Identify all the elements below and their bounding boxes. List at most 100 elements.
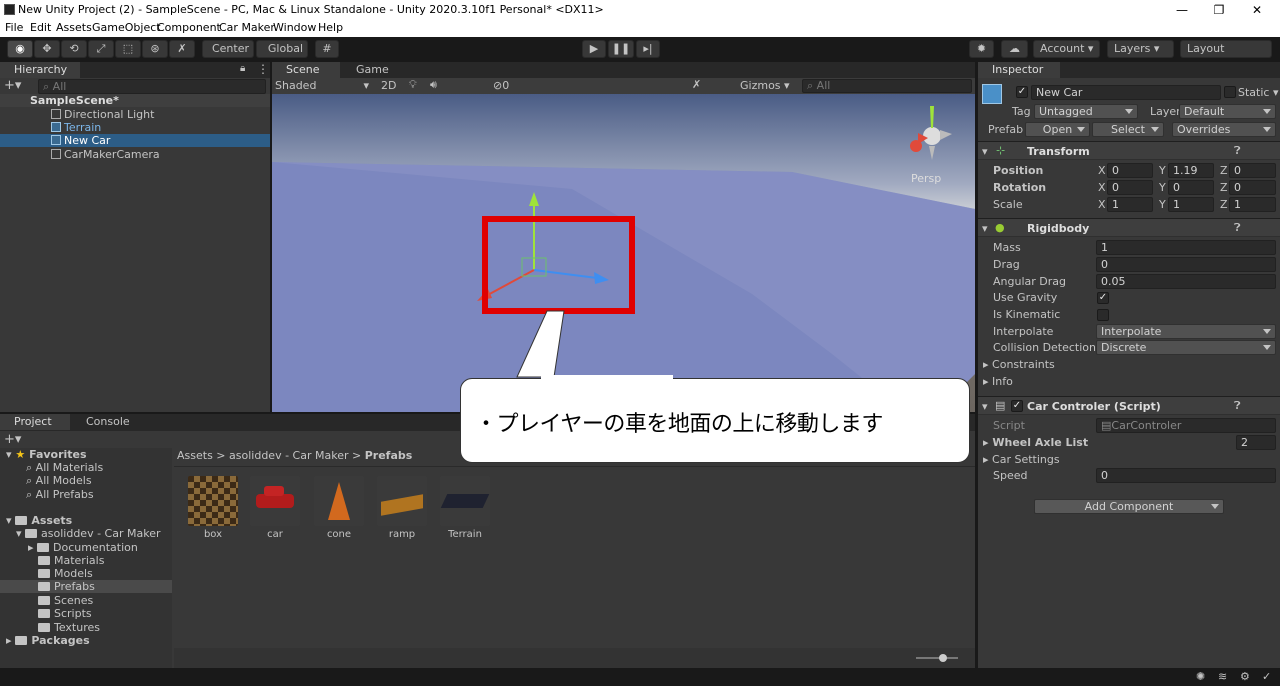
constraints-foldout[interactable]: ▸ Constraints <box>983 358 1055 372</box>
grid-snap-button[interactable]: # <box>315 40 339 58</box>
layer-dropdown[interactable]: Default <box>1179 104 1276 119</box>
folder-documentation[interactable]: ▸ Documentation <box>28 541 138 554</box>
audio-toggle-icon[interactable]: 🔊︎ <box>430 78 437 92</box>
help-icon[interactable]: ❓︎ <box>1234 399 1241 413</box>
hierarchy-search-input[interactable]: ⌕ All <box>38 79 266 94</box>
info-foldout[interactable]: ▸ Info <box>983 375 1013 389</box>
car-settings-foldout[interactable]: ▸ Car Settings <box>983 453 1060 467</box>
move-tool-button[interactable]: ✥ <box>34 40 60 58</box>
minimize-button[interactable]: — <box>1165 0 1199 20</box>
zoom-slider-track[interactable] <box>916 657 958 659</box>
prefab-open-button[interactable]: Open <box>1025 122 1090 137</box>
favorites-foldout[interactable]: ▾ ★ Favorites <box>6 448 87 461</box>
persp-label[interactable]: Persp <box>911 172 941 185</box>
scale-y-field[interactable]: 1 <box>1168 197 1214 212</box>
scale-x-field[interactable]: 1 <box>1107 197 1153 212</box>
folder-prefabs[interactable]: Prefabs <box>0 580 172 593</box>
breadcrumb-assets[interactable]: Assets <box>177 449 213 462</box>
pivot-center-button[interactable]: Center <box>202 40 254 58</box>
scene-row[interactable]: SampleScene* <box>0 94 270 107</box>
hidden-count[interactable]: ⊘0 <box>493 79 509 92</box>
prefab-terrain-thumb[interactable] <box>440 476 490 526</box>
assets-foldout[interactable]: ▾ Assets <box>6 514 72 527</box>
wheel-axle-list-foldout[interactable]: ▸ Wheel Axle List <box>983 436 1088 450</box>
prefab-cone-thumb[interactable] <box>314 476 364 526</box>
prefab-select-button[interactable]: Select <box>1092 122 1164 137</box>
menu-edit[interactable]: Edit <box>30 21 51 34</box>
prefab-box-thumb[interactable] <box>188 476 238 526</box>
fav-all-materials[interactable]: ⌕ All Materials <box>26 461 103 474</box>
gizmos-dropdown[interactable]: Gizmos ▾ <box>740 79 790 92</box>
collision-detection-dropdown[interactable]: Discrete <box>1096 340 1276 355</box>
add-component-button[interactable]: Add Component <box>1034 499 1224 514</box>
menu-help[interactable]: Help <box>318 21 343 34</box>
tab-hierarchy[interactable]: Hierarchy <box>0 62 80 78</box>
services-button[interactable]: ✹ <box>969 40 994 58</box>
breadcrumb-prefabs[interactable]: Prefabs <box>365 449 413 462</box>
menu-assets[interactable]: Assets <box>56 21 92 34</box>
scene-search-input[interactable]: ⌕ All <box>802 79 972 93</box>
breadcrumb-car-maker[interactable]: asoliddev - Car Maker <box>229 449 348 462</box>
transform-header[interactable]: ▾ ⊹ Transform ❓︎ <box>978 141 1280 160</box>
position-z-field[interactable]: 0 <box>1229 163 1276 178</box>
interpolate-dropdown[interactable]: Interpolate <box>1096 324 1276 339</box>
settings-icon[interactable]: ⚙ <box>1240 670 1250 683</box>
check-icon[interactable]: ✓ <box>1262 670 1271 683</box>
car-controller-enabled-checkbox[interactable]: ✓ <box>1011 400 1023 412</box>
tab-inspector[interactable]: Inspector <box>978 62 1060 78</box>
cache-icon[interactable]: ≋ <box>1218 670 1227 683</box>
shading-dropdown[interactable]: Shaded ▾ <box>275 79 369 92</box>
angular-drag-field[interactable]: 0.05 <box>1096 274 1276 289</box>
view-tool-button[interactable]: ◉ <box>7 40 33 58</box>
car-controller-header[interactable]: ▾ ▤ ✓ Car Controler (Script) ❓︎ <box>978 396 1280 415</box>
folder-scenes[interactable]: Scenes <box>38 594 93 607</box>
tab-game[interactable]: Game <box>342 62 402 78</box>
orientation-gizmo[interactable] <box>910 106 952 160</box>
pivot-global-button[interactable]: Global <box>256 40 308 58</box>
lock-icon[interactable]: 🔒︎ <box>240 63 245 74</box>
layers-dropdown[interactable]: Layers ▾ <box>1107 40 1174 58</box>
maximize-button[interactable]: ❐ <box>1202 0 1236 20</box>
rigidbody-header[interactable]: ▾ ● Rigidbody ❓︎ <box>978 218 1280 237</box>
hierarchy-item-carmakercamera[interactable]: CarMakerCamera <box>51 148 160 161</box>
prefab-ramp-thumb[interactable] <box>377 476 427 526</box>
wheel-axle-count-field[interactable]: 2 <box>1236 435 1276 450</box>
position-y-field[interactable]: 1.19 <box>1168 163 1214 178</box>
drag-field[interactable]: 0 <box>1096 257 1276 272</box>
object-name-input[interactable]: New Car <box>1031 85 1221 100</box>
static-checkbox[interactable] <box>1224 86 1236 98</box>
rotation-x-field[interactable]: 0 <box>1107 180 1153 195</box>
step-button[interactable]: ▸| <box>636 40 660 58</box>
overrides-dropdown[interactable]: Overrides <box>1172 122 1276 137</box>
menu-component[interactable]: Component <box>157 21 221 34</box>
folder-scripts[interactable]: Scripts <box>38 607 92 620</box>
prefab-car-thumb[interactable] <box>250 476 300 526</box>
tab-project[interactable]: Project <box>0 414 70 430</box>
custom-tool-button[interactable]: ✗ <box>169 40 195 58</box>
scale-z-field[interactable]: 1 <box>1229 197 1276 212</box>
hierarchy-item-directional-light[interactable]: Directional Light <box>51 108 154 121</box>
fav-all-prefabs[interactable]: ⌕ All Prefabs <box>26 488 94 501</box>
asset-root-folder[interactable]: ▾ asoliddev - Car Maker <box>16 527 161 540</box>
scale-tool-button[interactable]: ⤢ <box>88 40 114 58</box>
mode-2d-button[interactable]: 2D <box>381 79 396 92</box>
tab-scene[interactable]: Scene <box>272 62 340 78</box>
rect-tool-button[interactable]: ⬚ <box>115 40 141 58</box>
folder-textures[interactable]: Textures <box>38 621 100 634</box>
create-plus-icon[interactable]: +▾ <box>4 432 21 447</box>
create-plus-icon[interactable]: +▾ <box>4 78 21 93</box>
play-button[interactable]: ▶ <box>582 40 606 58</box>
layout-dropdown[interactable]: Layout <box>1180 40 1272 58</box>
folder-materials[interactable]: Materials <box>38 554 104 567</box>
scene-viewport[interactable]: Persp <box>272 94 975 412</box>
tools-icon[interactable]: ✗ <box>692 78 701 91</box>
help-icon[interactable]: ❓︎ <box>1234 221 1241 235</box>
help-icon[interactable]: ❓︎ <box>1234 144 1241 158</box>
hierarchy-item-terrain[interactable]: Terrain <box>51 121 101 134</box>
menu-car-maker[interactable]: Car Maker <box>219 21 275 34</box>
more-menu-icon[interactable]: ⋮ <box>257 62 269 76</box>
bug-icon[interactable]: ✺ <box>1196 670 1205 683</box>
packages-foldout[interactable]: ▸ Packages <box>6 634 90 647</box>
menu-gameobject[interactable]: GameObject <box>92 21 161 34</box>
transform-tool-button[interactable]: ⊛ <box>142 40 168 58</box>
